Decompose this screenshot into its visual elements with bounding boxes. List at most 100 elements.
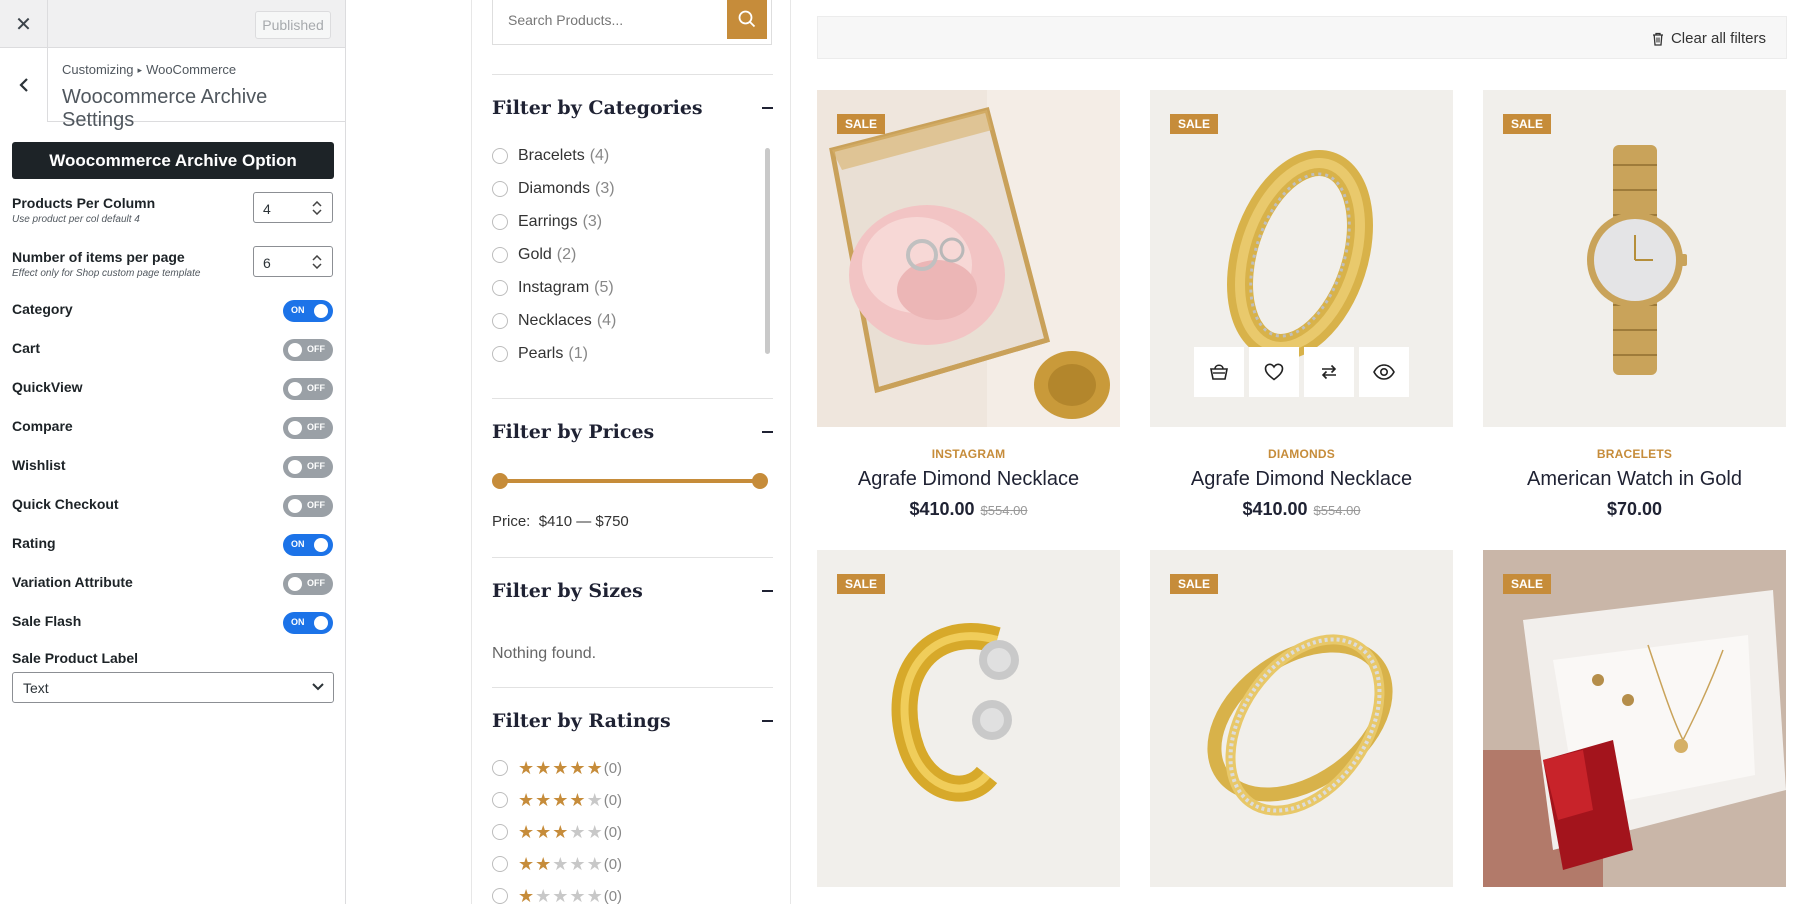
radio-button[interactable] [492,181,508,197]
price-max-handle[interactable] [752,473,768,489]
quick-actions [1194,347,1409,397]
rating-4-option[interactable]: ★ ★ ★ ★ ★ (0) [492,790,622,810]
product-title[interactable]: Agrafe Dimond Necklace [1150,468,1453,491]
spinner-icon[interactable] [312,255,322,269]
category-count: (3) [595,180,615,197]
rating-1-option[interactable]: ★ ★ ★ ★ ★ (0) [492,886,622,904]
category-bracelets[interactable]: Bracelets (4) [492,146,609,166]
categories-scrollbar[interactable] [765,148,770,354]
close-icon[interactable]: ✕ [0,0,48,48]
quickview-toggle[interactable]: OFF [283,378,333,400]
category-gold[interactable]: Gold (2) [492,245,576,265]
quick-checkout-toggle[interactable]: OFF [283,495,333,517]
spinner-icon[interactable] [312,201,322,215]
clear-filters-button[interactable]: Clear all filters [1652,30,1766,47]
gift-box-image[interactable]: SALE [1483,550,1786,887]
radio-button[interactable] [492,313,508,329]
star-icon: ★ [552,886,569,904]
rating-2-option[interactable]: ★ ★ ★ ★ ★ (0) [492,854,622,874]
compare-button[interactable] [1304,347,1354,397]
radio-button[interactable] [492,792,508,808]
radio-button[interactable] [492,247,508,263]
rating-count: (0) [603,759,623,777]
radio-button[interactable] [492,148,508,164]
breadcrumb-section: WooCommerce [146,62,237,77]
star-icon: ★ [586,822,603,842]
product-card[interactable]: SALE INSTAGRAM Agrafe Dimond Necklace $4… [817,90,1120,520]
quick-view-button[interactable] [1359,347,1409,397]
price-slider-track[interactable] [496,479,758,483]
quick-checkout-setting: Quick Checkout OFF [12,494,333,533]
collapse-icon[interactable] [762,107,773,109]
category-earrings[interactable]: Earrings (3) [492,212,602,232]
rating-toggle[interactable]: ON [283,534,333,556]
radio-button[interactable] [492,824,508,840]
category-toggle[interactable]: ON [283,300,333,322]
category-diamonds[interactable]: Diamonds (3) [492,179,615,199]
gold-ring-image[interactable]: SALE [1150,90,1453,427]
radio-button[interactable] [492,214,508,230]
radio-button[interactable] [492,280,508,296]
category-pearls[interactable]: Pearls (1) [492,344,588,364]
variation-attribute-toggle[interactable]: OFF [283,573,333,595]
collapse-icon[interactable] [762,431,773,433]
price-range-text: Price: $410 — $750 [492,513,629,530]
category-instagram[interactable]: Instagram (5) [492,278,614,298]
compare-setting: Compare OFF [12,416,333,455]
product-title[interactable]: Agrafe Dimond Necklace [817,468,1120,491]
product-card[interactable]: SALE [1483,550,1786,887]
radio-button[interactable] [492,346,508,362]
star-icon: ★ [535,758,552,778]
cart-toggle[interactable]: OFF [283,339,333,361]
product-category[interactable]: INSTAGRAM [817,447,1120,461]
sizes-empty-message: Nothing found. [492,645,597,662]
gold-cuff-image[interactable]: SALE [817,550,1120,887]
product-title[interactable]: American Watch in Gold [1483,468,1786,491]
items-per-page-input[interactable]: 6 [253,246,333,277]
publish-button[interactable]: Published [255,11,331,39]
radio-button[interactable] [492,760,508,776]
wishlist-toggle[interactable]: OFF [283,456,333,478]
crossover-ring-image[interactable]: SALE [1150,550,1453,887]
settings-body: Woocommerce Archive Option Products Per … [0,122,345,904]
wishlist-setting: Wishlist OFF [12,455,333,494]
prices-filter-title: Filter by Prices [492,421,655,443]
toggle-state: ON [291,617,305,627]
sale-label-select[interactable]: Text [12,672,334,703]
gold-watch-image[interactable]: SALE [1483,90,1786,427]
star-icon: ★ [552,822,569,842]
star-icon: ★ [552,790,569,810]
collapse-icon[interactable] [762,720,773,722]
star-icon: ★ [535,822,552,842]
divider [492,398,773,399]
ring-box-image[interactable]: SALE [817,90,1120,427]
wishlist-button[interactable] [1249,347,1299,397]
products-per-column-input[interactable]: 4 [253,192,333,223]
toggle-state: OFF [307,383,325,393]
archive-option-button[interactable]: Woocommerce Archive Option [12,142,334,179]
category-necklaces[interactable]: Necklaces (4) [492,311,616,331]
product-price: $410.00 $554.00 [817,499,1120,520]
product-card[interactable]: SALE BRACELETS American Watch in Gold $7… [1483,90,1786,520]
radio-button[interactable] [492,856,508,872]
divider [492,74,773,75]
search-input[interactable]: Search Products... [492,0,772,45]
product-card[interactable]: SALE DIAMONDS Agrafe Dimond Necklace $41… [1150,90,1453,520]
product-card[interactable]: SALE [817,550,1120,887]
product-card[interactable]: SALE [1150,550,1453,887]
search-button[interactable] [727,0,767,39]
star-icon: ★ [552,758,569,778]
add-to-cart-button[interactable] [1194,347,1244,397]
radio-button[interactable] [492,888,508,904]
rating-5-option[interactable]: ★ ★ ★ ★ ★ (0) [492,758,622,778]
back-icon[interactable] [0,48,48,122]
collapse-icon[interactable] [762,590,773,592]
sizes-filter-title: Filter by Sizes [492,580,643,602]
sale-flash-toggle[interactable]: ON [283,612,333,634]
product-category[interactable]: DIAMONDS [1150,447,1453,461]
compare-toggle[interactable]: OFF [283,417,333,439]
product-category[interactable]: BRACELETS [1483,447,1786,461]
price-min-handle[interactable] [492,473,508,489]
rating-3-option[interactable]: ★ ★ ★ ★ ★ (0) [492,822,622,842]
divider [492,687,773,688]
